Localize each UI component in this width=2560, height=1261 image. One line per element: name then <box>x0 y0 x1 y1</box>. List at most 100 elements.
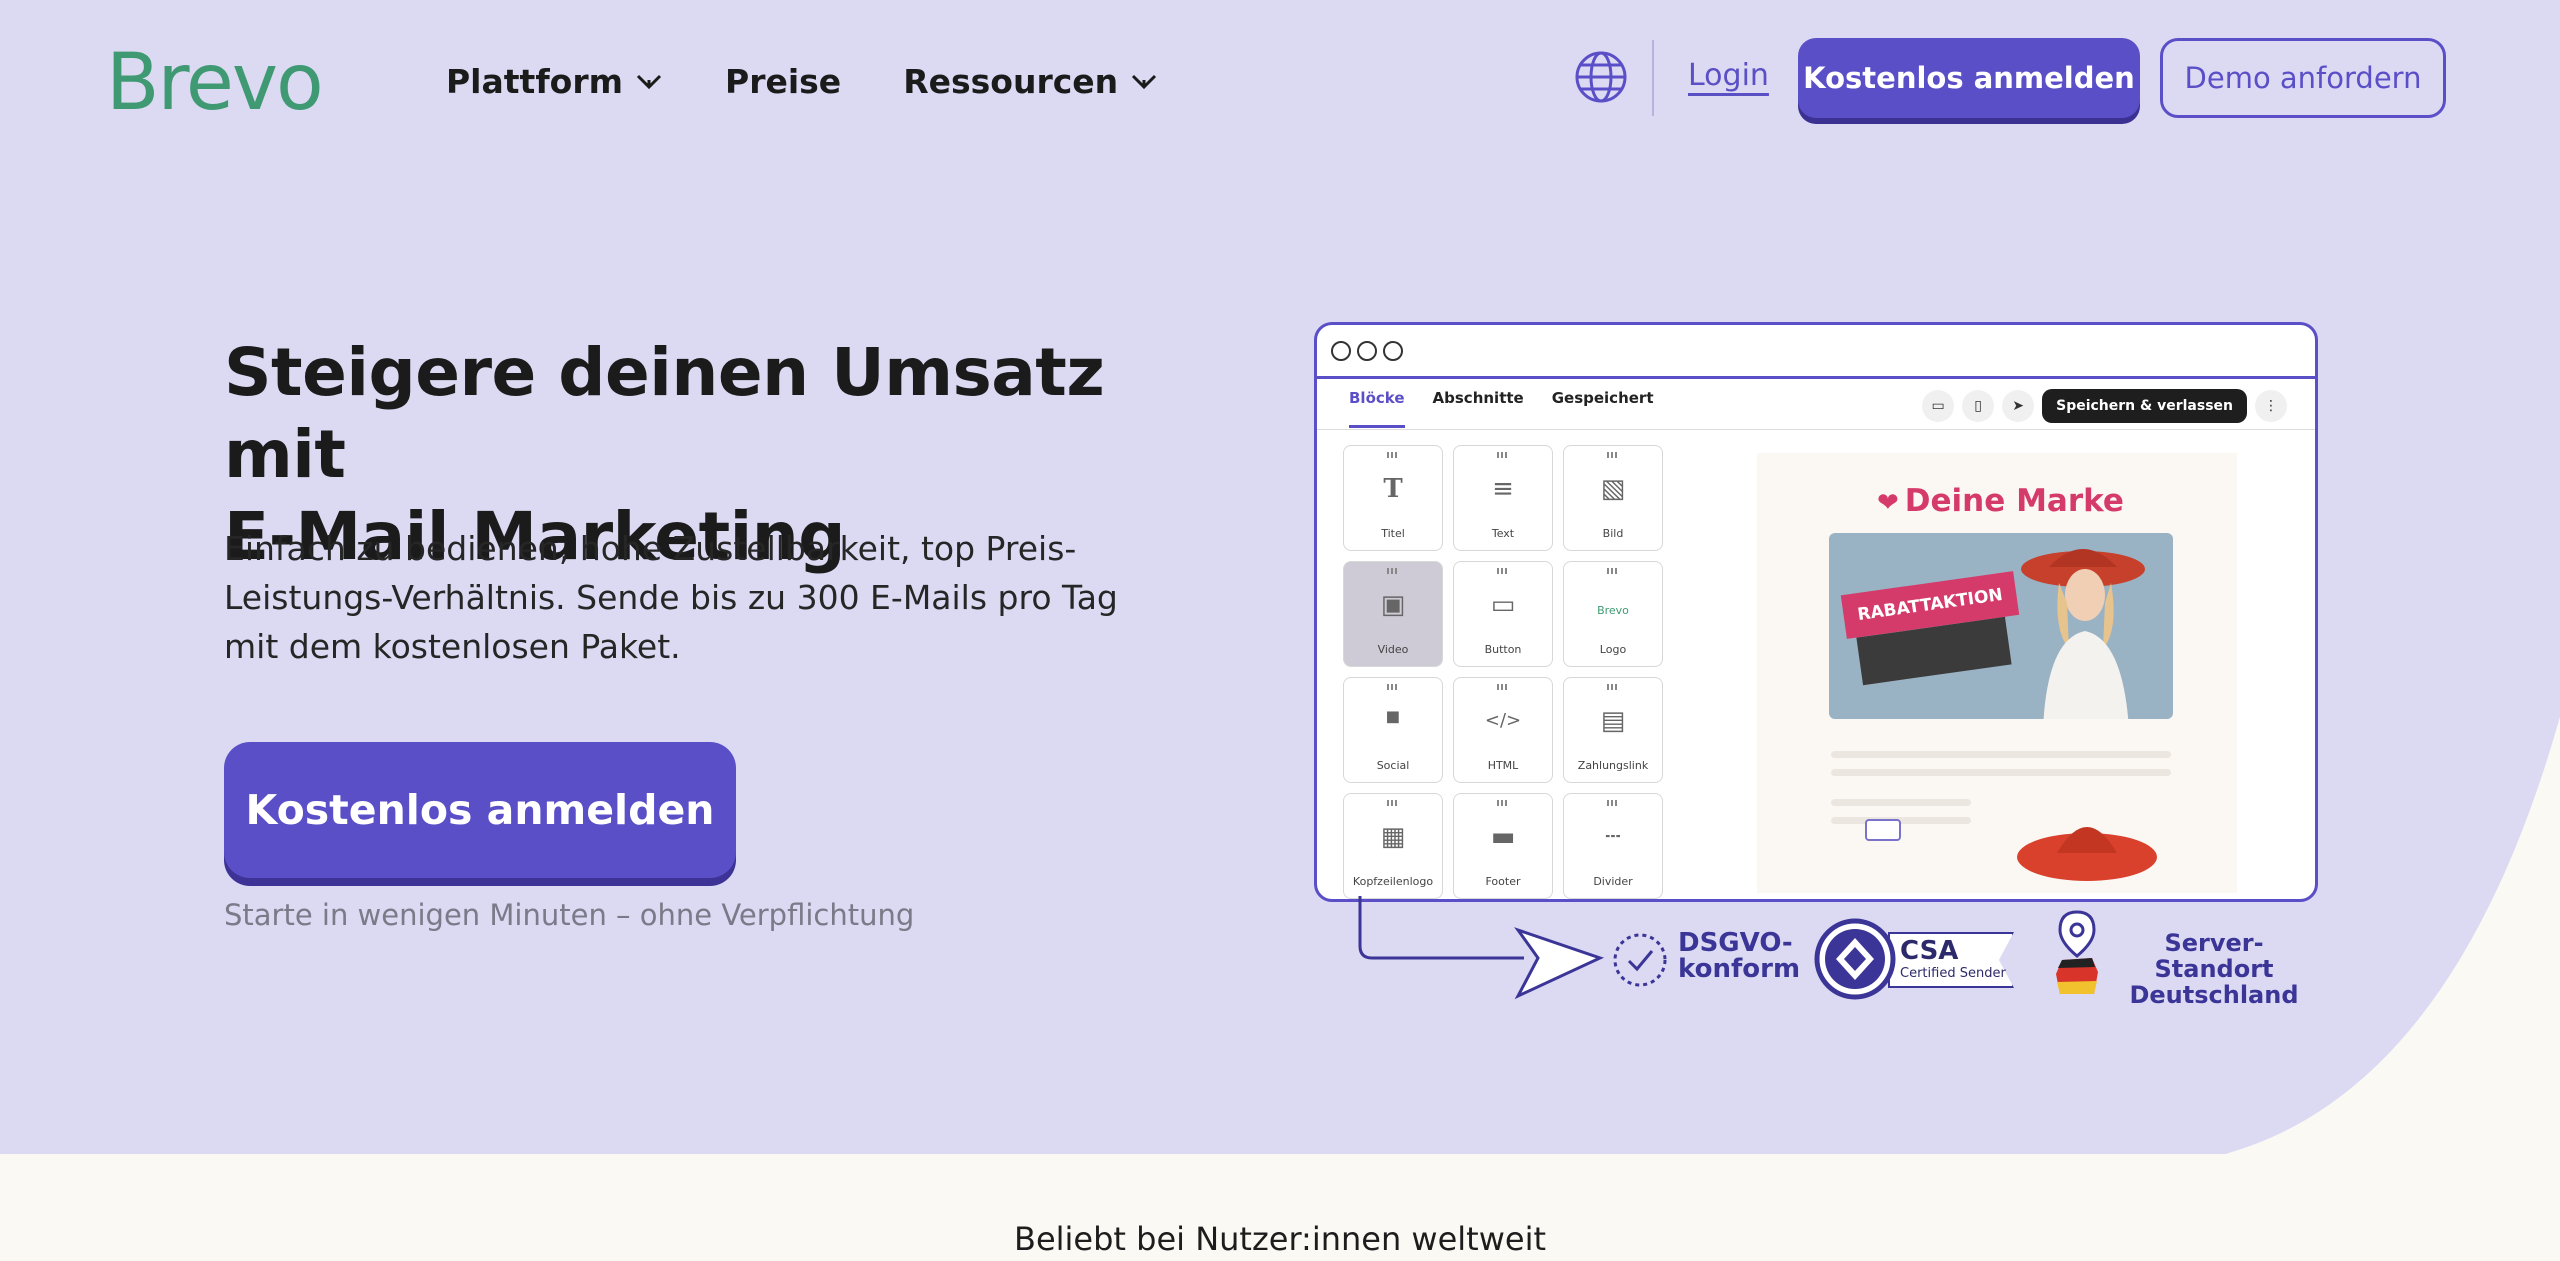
hero-note: Starte in wenigen Minuten – ohne Verpfli… <box>224 898 915 932</box>
block-divider[interactable]: ┄ Divider <box>1563 793 1663 899</box>
editor-mockup: Blöcke Abschnitte Gespeichert ▭ ▯ ➤ Spei… <box>1314 322 2318 902</box>
drag-handle-icon <box>1387 568 1399 574</box>
login-link[interactable]: Login <box>1688 58 1769 93</box>
nav-ressourcen[interactable]: Ressourcen <box>903 62 1158 101</box>
window-dot-icon <box>1383 340 1403 361</box>
preview-brand-name: Deine Marke <box>1904 483 2124 519</box>
hero-subtitle: Einfach zu bedienen, hohe Zustellbarkeit… <box>224 524 1124 671</box>
nav-preise-label: Preise <box>725 62 842 101</box>
woman-with-hat-illustration <box>2021 549 2145 719</box>
hero-title-line: Steigere deinen Umsatz mit <box>224 334 1105 493</box>
tab-abschnitte[interactable]: Abschnitte <box>1433 389 1524 428</box>
main-nav: Plattform Preise Ressourcen <box>446 62 1158 101</box>
tabs-divider <box>1317 429 2315 430</box>
text-placeholder-line <box>1831 751 2171 758</box>
connector-arrow <box>1358 896 1605 1000</box>
code-icon: </> <box>1484 710 1522 731</box>
tab-bloecke[interactable]: Blöcke <box>1349 389 1405 428</box>
block-video[interactable]: ▣ Video <box>1343 561 1443 667</box>
send-test-icon[interactable]: ➤ <box>2002 390 2035 422</box>
block-palette: T Titel ≡ Text ▧ Bild ▣ Video ▭ Button Brevo L… <box>1343 445 1663 899</box>
block-logo[interactable]: Brevo Logo <box>1563 561 1663 667</box>
nav-plattform[interactable]: Plattform <box>446 62 663 101</box>
button-placeholder <box>1865 819 1901 841</box>
divider-icon: ┄ <box>1605 822 1621 852</box>
header-divider <box>1652 40 1654 116</box>
window-dot-icon <box>1357 340 1377 361</box>
block-label: Bild <box>1602 527 1624 540</box>
mobile-preview-icon[interactable]: ▯ <box>1962 390 1995 422</box>
payment-link-icon: ▤ <box>1600 706 1626 736</box>
block-label: Social <box>1376 759 1410 772</box>
hero-subtitle-line: Einfach zu bedienen, hohe Zustellbarkeit… <box>224 529 1077 568</box>
drag-handle-icon <box>1607 800 1619 806</box>
dsgvo-line: DSGVO- <box>1678 928 1793 958</box>
logo-icon: Brevo <box>1597 604 1629 617</box>
hero-signup-button[interactable]: Kostenlos anmelden <box>224 742 736 878</box>
footer-icon: ▬ <box>1490 822 1516 852</box>
save-and-exit-button[interactable]: Speichern & verlassen <box>2042 389 2247 423</box>
decorative-curve <box>2200 716 2560 1160</box>
germany-location-icon <box>2056 910 2098 994</box>
block-html[interactable]: </> HTML <box>1453 677 1553 783</box>
desktop-preview-icon[interactable]: ▭ <box>1922 390 1955 422</box>
block-label: Logo <box>1599 643 1627 656</box>
drag-handle-icon <box>1387 452 1399 458</box>
block-label: Text <box>1491 527 1515 540</box>
block-label: Zahlungslink <box>1577 759 1649 772</box>
text-placeholder-line <box>1831 817 1971 824</box>
drag-handle-icon <box>1607 684 1619 690</box>
chevron-down-icon <box>1132 74 1157 89</box>
block-kopfzeilenlogo[interactable]: ▦ Kopfzeilenlogo <box>1343 793 1443 899</box>
image-icon: ▧ <box>1600 474 1626 504</box>
hero-subtitle-line: mit dem kostenlosen Paket. <box>224 627 681 666</box>
block-bild[interactable]: ▧ Bild <box>1563 445 1663 551</box>
block-label: Titel <box>1381 527 1405 540</box>
drag-handle-icon <box>1387 800 1399 806</box>
block-zahlungslink[interactable]: ▤ Zahlungslink <box>1563 677 1663 783</box>
drag-handle-icon <box>1387 684 1399 690</box>
brand-hearts-icon: ❤ <box>1877 488 1899 518</box>
block-label: Divider <box>1593 875 1633 888</box>
nav-preise[interactable]: Preise <box>725 62 841 101</box>
nav-ressourcen-label: Ressourcen <box>903 62 1119 101</box>
csa-title: CSA <box>1900 936 1959 966</box>
drag-handle-icon <box>1497 800 1509 806</box>
demo-button[interactable]: Demo anfordern <box>2160 38 2446 118</box>
red-hat-illustration <box>2017 827 2157 881</box>
window-titlebar <box>1317 325 2315 379</box>
drag-handle-icon <box>1607 452 1619 458</box>
brevo-logo[interactable]: Brevo <box>106 38 324 128</box>
hero-subtitle-line: Leistungs-Verhältnis. Sende bis zu 300 E… <box>224 578 1118 617</box>
title-icon: T <box>1383 474 1403 504</box>
dsgvo-badge-text: DSGVO- konform <box>1678 930 1800 982</box>
signup-button[interactable]: Kostenlos anmelden <box>1798 38 2140 118</box>
editor-toolbar: ▭ ▯ ➤ Speichern & verlassen ⋮ <box>1922 389 2287 423</box>
block-text[interactable]: ≡ Text <box>1453 445 1553 551</box>
block-label: Video <box>1377 643 1409 656</box>
social-icon: ◼ <box>1385 706 1401 727</box>
email-preview: ❤ Deine Marke RABATTAKTION <box>1757 453 2237 893</box>
block-label: Footer <box>1485 875 1521 888</box>
window-dot-icon <box>1331 340 1351 361</box>
text-placeholder-line <box>1831 769 2171 776</box>
block-label: Kopfzeilenlogo <box>1352 875 1434 888</box>
dsgvo-line: konform <box>1678 954 1801 984</box>
drag-handle-icon <box>1607 568 1619 574</box>
nav-plattform-label: Plattform <box>446 62 624 101</box>
text-placeholder-line <box>1831 799 1971 806</box>
header-logo-icon: ▦ <box>1380 822 1406 852</box>
csa-subtitle: Certified Sender <box>1900 966 2006 981</box>
more-options-icon[interactable]: ⋮ <box>2255 390 2287 422</box>
drag-handle-icon <box>1497 568 1509 574</box>
promo-image: RABATTAKTION <box>1829 533 2173 719</box>
block-button[interactable]: ▭ Button <box>1453 561 1553 667</box>
block-footer[interactable]: ▬ Footer <box>1453 793 1553 899</box>
block-social[interactable]: ◼ Social <box>1343 677 1443 783</box>
tab-gespeichert[interactable]: Gespeichert <box>1552 389 1654 428</box>
social-proof-title: Beliebt bei Nutzer:innen weltweit <box>1013 1220 1546 1258</box>
block-titel[interactable]: T Titel <box>1343 445 1443 551</box>
globe-icon[interactable] <box>1574 50 1628 104</box>
button-icon: ▭ <box>1490 590 1516 620</box>
text-icon: ≡ <box>1492 474 1514 504</box>
